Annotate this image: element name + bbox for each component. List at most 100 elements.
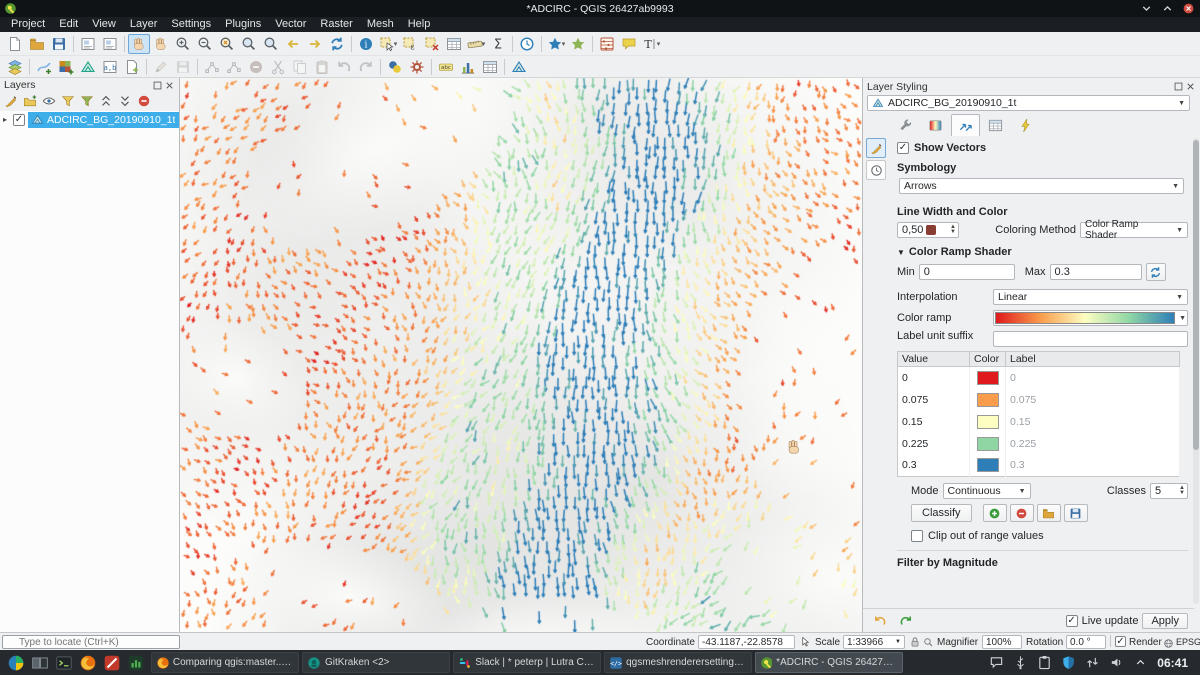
style-undo-button[interactable] [869, 611, 891, 631]
new-project-button[interactable] [4, 34, 26, 54]
add-delimited-text-layer-button[interactable]: a,b [99, 57, 121, 77]
classes-spinner[interactable]: 5 ▲▼ [1150, 483, 1188, 499]
history-tab[interactable] [866, 160, 886, 180]
statistical-summary-button[interactable]: Σ [487, 34, 509, 54]
deselect-features-button[interactable] [421, 34, 443, 54]
reload-min-max-button[interactable] [1146, 263, 1166, 281]
save-ramp-button[interactable] [1064, 504, 1088, 522]
new-print-layout-button[interactable] [77, 34, 99, 54]
filter-legend-button[interactable] [59, 93, 77, 110]
ramp-table-row[interactable]: 0.30.3 [898, 455, 1180, 477]
collapse-all-button[interactable] [116, 93, 134, 110]
network-icon[interactable] [1083, 654, 1101, 672]
taskbar-window-button[interactable]: *ADCIRC - QGIS 26427ab9993 [755, 652, 903, 673]
pan-map-button[interactable] [128, 34, 150, 54]
lock-scale-icon[interactable] [909, 635, 921, 649]
crs-value[interactable]: EPSG:4326 [1176, 635, 1200, 649]
remove-layer-button[interactable] [135, 93, 153, 110]
taskbar-window-button[interactable]: Slack | * peterp | Lutra Con... [453, 652, 601, 673]
map-decorations-button[interactable] [479, 57, 501, 77]
zoom-full-button[interactable] [216, 34, 238, 54]
spinner-arrows-icon[interactable]: ▲▼ [947, 225, 956, 235]
tab-contours[interactable] [921, 114, 950, 136]
identify-features-button[interactable]: i [355, 34, 377, 54]
color-swatch[interactable] [977, 437, 999, 451]
add-mesh-layer-button[interactable] [77, 57, 99, 77]
ramp-table-row[interactable]: 0.150.15 [898, 411, 1180, 433]
shader-section-header[interactable]: ▼ Color Ramp Shader [897, 244, 1188, 260]
add-raster-layer-button[interactable] [55, 57, 77, 77]
menu-help[interactable]: Help [401, 17, 438, 32]
taskbar-window-button[interactable]: </>qgsmeshrenderersettings.h... [604, 652, 752, 673]
scrollbar-thumb[interactable] [1193, 140, 1199, 450]
label-unit-suffix-input[interactable] [993, 331, 1188, 347]
show-layout-manager-button[interactable] [99, 34, 121, 54]
max-input[interactable]: 0.3 [1050, 264, 1142, 280]
tab-simplification[interactable] [1011, 114, 1040, 136]
add-group-button[interactable] [21, 93, 39, 110]
clipboard-icon[interactable] [1035, 654, 1053, 672]
mesh-calculator-button[interactable] [508, 57, 530, 77]
menu-raster[interactable]: Raster [313, 17, 359, 32]
map-canvas[interactable] [180, 78, 862, 632]
apply-button[interactable]: Apply [1142, 613, 1188, 629]
ramp-table-row[interactable]: 0.2250.225 [898, 433, 1180, 455]
menu-edit[interactable]: Edit [52, 17, 85, 32]
layers-panel-float-button[interactable] [151, 79, 163, 91]
measure-line-button[interactable]: ▾ [465, 34, 487, 54]
tray-expand-icon[interactable] [1131, 654, 1149, 672]
zoom-in-button[interactable] [172, 34, 194, 54]
krita-launcher[interactable] [100, 651, 124, 674]
taskbar-window-button[interactable]: Comparing qgis:master...vcl... [151, 652, 299, 673]
filter-by-expression-button[interactable] [78, 93, 96, 110]
open-layer-styling-button[interactable] [2, 93, 20, 110]
ramp-label-cell[interactable]: 0.15 [1006, 411, 1180, 433]
show-bookmarks-button[interactable] [567, 34, 589, 54]
min-input[interactable]: 0 [919, 264, 1015, 280]
text-annotation-dropdown-icon[interactable]: ▾ [657, 40, 661, 48]
styling-panel-float-button[interactable] [1172, 81, 1184, 93]
app-launcher-launcher[interactable] [4, 651, 28, 674]
python-console-button[interactable] [384, 57, 406, 77]
menu-mesh[interactable]: Mesh [360, 17, 401, 32]
expand-all-button[interactable] [97, 93, 115, 110]
menu-view[interactable]: View [85, 17, 123, 32]
ramp-label-cell[interactable]: 0.3 [1006, 455, 1180, 477]
render-checkbox[interactable]: ✓ [1115, 636, 1126, 647]
symbology-tab[interactable] [866, 138, 886, 158]
extents-toggle-icon[interactable] [799, 635, 811, 649]
system-monitor-launcher[interactable] [124, 651, 148, 674]
ramp-table-row[interactable]: 0.0750.075 [898, 389, 1180, 411]
virtual-desktop-pager-launcher[interactable] [28, 651, 52, 674]
open-attribute-table-button[interactable] [443, 34, 465, 54]
layer-labeling-button[interactable]: abc [435, 57, 457, 77]
load-ramp-button[interactable] [1037, 504, 1061, 522]
minimize-button[interactable] [1139, 1, 1154, 16]
layers-panel-close-button[interactable] [163, 79, 175, 91]
volume-icon[interactable] [1107, 654, 1125, 672]
tab-rendering[interactable] [981, 114, 1010, 136]
layer-expander-icon[interactable]: ▸ [3, 115, 13, 124]
layer-visibility-checkbox[interactable]: ✓ [13, 114, 25, 126]
live-update-checkbox[interactable]: ✓ [1066, 615, 1078, 627]
scale-combo[interactable]: 1:33966▼ [843, 635, 905, 649]
close-button[interactable] [1181, 1, 1196, 16]
text-annotation-button[interactable]: T▾ [640, 34, 662, 54]
spinner-arrows-icon[interactable]: ▲▼ [1176, 486, 1185, 496]
ramp-value-cell[interactable]: 0.225 [898, 433, 970, 455]
menu-plugins[interactable]: Plugins [218, 17, 268, 32]
styling-scrollbar[interactable] [1193, 138, 1199, 604]
color-swatch[interactable] [977, 393, 999, 407]
save-project-button[interactable] [48, 34, 70, 54]
open-project-button[interactable] [26, 34, 48, 54]
show-vectors-checkbox[interactable]: ✓ [897, 142, 909, 154]
mode-combo[interactable]: Continuous ▼ [943, 483, 1031, 499]
menu-project[interactable]: Project [4, 17, 52, 32]
temporal-controller-button[interactable] [516, 34, 538, 54]
taskbar-window-button[interactable]: GitKraken <2> [302, 652, 450, 673]
measure-line-dropdown-icon[interactable]: ▾ [482, 40, 486, 48]
layer-selector-combo[interactable]: ADCIRC_BG_20190910_1t ▼ [867, 95, 1190, 111]
new-spatial-bookmark-button[interactable]: ▾ [545, 34, 567, 54]
select-features-button[interactable]: ▾ [377, 34, 399, 54]
color-ramp-combo[interactable]: ▼ [993, 310, 1188, 326]
